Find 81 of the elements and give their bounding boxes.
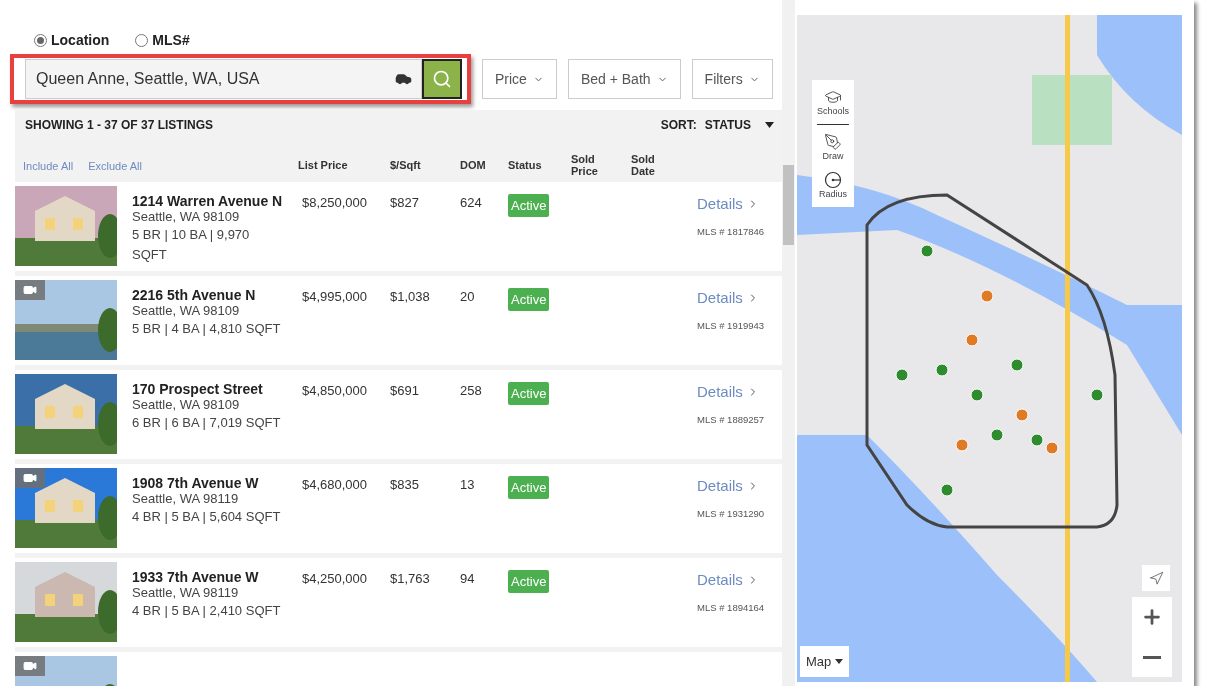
listing-city: Seattle, WA 98119 xyxy=(132,585,240,602)
status-badge: Active xyxy=(508,382,550,406)
price-per-sqft: $691 xyxy=(390,382,420,401)
scrollbar-thumb[interactable] xyxy=(783,165,794,245)
map-tool-button[interactable]: Radius xyxy=(819,169,847,201)
listing-row[interactable]: 1933 7th Avenue W Seattle, WA 98119 4 BR | 5 BA | 2,410 SQFT $4,250,000 $1,763 94 Active Details MLS # 1894164 xyxy=(15,558,782,648)
search-field[interactable]: Queen Anne, Seattle, WA, USA xyxy=(25,59,422,99)
sort-label: SORT: xyxy=(660,118,697,132)
details-link[interactable]: Details xyxy=(697,477,782,495)
list-price: $4,250,000 xyxy=(302,570,369,589)
radio-option[interactable]: MLS# xyxy=(135,28,190,52)
listing-city: Seattle, WA 98109 xyxy=(132,397,241,414)
search-icon xyxy=(432,69,452,89)
column-header[interactable]: Sold Date xyxy=(631,154,676,178)
column-header[interactable]: $/Sqft xyxy=(390,159,445,172)
details-link[interactable]: Details xyxy=(697,195,782,213)
map-tool-button[interactable]: Schools xyxy=(817,86,849,118)
mls-number: MLS # 1919943 xyxy=(697,320,766,332)
mls-number: MLS # 1894164 xyxy=(697,602,766,614)
price-per-sqft: $835 xyxy=(390,476,420,495)
list-price: $4,680,000 xyxy=(302,476,369,495)
days-on-market: 258 xyxy=(460,382,483,401)
results-count: SHOWING 1 - 37 OF 37 LISTINGS xyxy=(25,118,214,132)
listing-row[interactable]: 1214 Warren Avenue N Seattle, WA 98109 5 BR | 10 BA | 9,970 SQFT $8,250,000 $827 624 Active Details MLS # 1817846 xyxy=(15,182,782,272)
caret-icon xyxy=(765,122,774,128)
locate-button[interactable] xyxy=(1142,565,1170,591)
column-header[interactable]: List Price xyxy=(298,159,375,172)
listing-address[interactable]: 1933 7th Avenue W xyxy=(132,570,287,586)
filter-dropdown[interactable]: Filters xyxy=(691,59,773,99)
column-header[interactable]: DOM xyxy=(460,159,493,172)
listing-specs: 5 BR | 10 BA | 9,970 SQFT xyxy=(132,226,251,265)
navigation-arrow-icon xyxy=(1148,570,1164,586)
listing-specs: 6 BR | 6 BA | 7,019 SQFT xyxy=(132,414,282,433)
status-badge: Active xyxy=(508,194,550,218)
radius-icon xyxy=(824,171,842,189)
map-type-dropdown[interactable]: Map xyxy=(800,646,850,677)
radio-option[interactable]: Location xyxy=(34,28,110,52)
column-header[interactable]: Status xyxy=(508,159,556,172)
listing-address[interactable]: 1908 7th Avenue W xyxy=(132,476,287,492)
minus-icon xyxy=(1143,655,1161,659)
days-on-market: 20 xyxy=(460,288,476,307)
listing-address[interactable]: 2216 5th Avenue N xyxy=(132,288,287,304)
filter-dropdown[interactable]: Price xyxy=(482,59,557,99)
pen-icon xyxy=(824,133,842,151)
details-link[interactable]: Details xyxy=(697,571,782,589)
listing-city: Seattle, WA 98109 xyxy=(132,209,241,226)
list-price: $8,250,000 xyxy=(302,194,369,213)
mls-number: MLS # 1931290 xyxy=(697,508,766,520)
plus-icon xyxy=(1141,606,1163,628)
listing-specs: 5 BR | 4 BA | 4,810 SQFT xyxy=(132,320,282,339)
status-badge: Active xyxy=(508,476,550,500)
filter-dropdown[interactable]: Bed + Bath xyxy=(567,59,681,99)
days-on-market: 624 xyxy=(460,194,483,213)
mls-number: MLS # 1889257 xyxy=(697,414,766,426)
price-per-sqft: $1,763 xyxy=(390,570,431,589)
search-button[interactable] xyxy=(422,59,462,99)
listing-address[interactable]: 1214 Warren Avenue N xyxy=(132,194,287,210)
list-price: $4,995,000 xyxy=(302,288,369,307)
listing-city: Seattle, WA 98119 xyxy=(132,491,240,508)
listing-row[interactable]: 170 Prospect Street Seattle, WA 98109 6 BR | 6 BA | 7,019 SQFT $4,850,000 $691 258 Active Details MLS # 1889257 xyxy=(15,370,782,460)
price-per-sqft: $827 xyxy=(390,194,420,213)
listing-city: Seattle, WA 98109 xyxy=(132,303,241,320)
mls-number: MLS # 1817846 xyxy=(697,226,766,238)
price-per-sqft: $1,038 xyxy=(390,288,431,307)
listing-address[interactable]: 170 Prospect Street xyxy=(132,382,287,398)
list-price: $4,850,000 xyxy=(302,382,369,401)
details-link[interactable]: Details xyxy=(697,383,782,401)
listing-row[interactable]: 2216 5th Avenue N Seattle, WA 98109 5 BR | 4 BA | 4,810 SQFT $4,995,000 $1,038 20 Active Details MLS # 1919943 xyxy=(15,276,782,366)
listing-specs: 4 BR | 5 BA | 5,604 SQFT xyxy=(132,508,282,527)
listing-row[interactable]: 1908 7th Avenue W Seattle, WA 98119 4 BR | 5 BA | 5,604 SQFT $4,680,000 $835 13 Active Details MLS # 1931290 xyxy=(15,464,782,554)
map-tool-button[interactable]: Draw xyxy=(822,131,844,163)
details-link[interactable]: Details xyxy=(697,289,782,307)
column-header[interactable]: Sold Price xyxy=(571,154,616,178)
graduation-cap-icon xyxy=(824,88,842,106)
status-badge: Active xyxy=(508,570,550,594)
status-badge: Active xyxy=(508,288,550,312)
listing-specs: 4 BR | 5 BA | 2,410 SQFT xyxy=(132,602,282,621)
sort-dropdown[interactable]: STATUS xyxy=(704,118,774,132)
caret-icon xyxy=(835,659,844,664)
days-on-market: 94 xyxy=(460,570,476,589)
days-on-market: 13 xyxy=(460,476,476,495)
